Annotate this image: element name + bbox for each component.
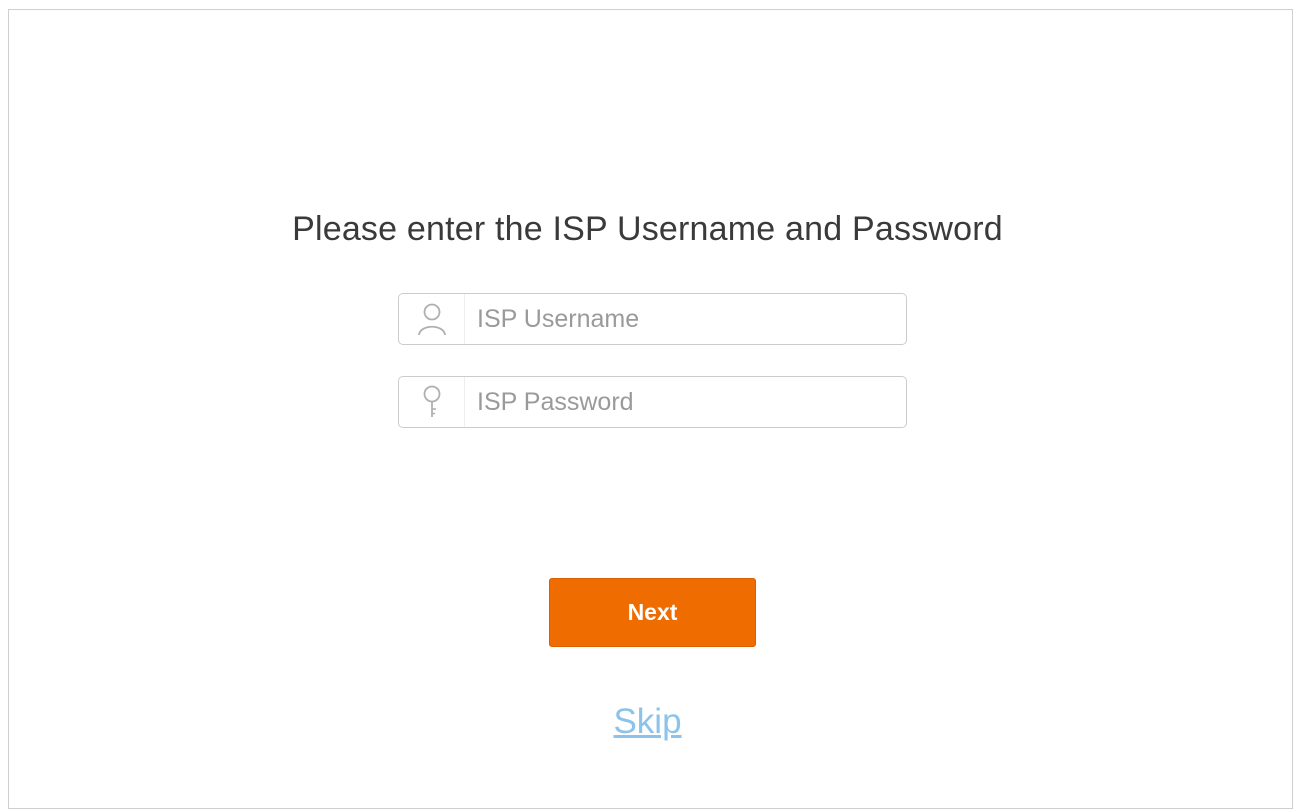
page-title: Please enter the ISP Username and Passwo… — [292, 210, 1003, 248]
username-input[interactable] — [465, 294, 906, 344]
user-icon — [399, 294, 465, 344]
skip-link-container: Skip — [0, 702, 1295, 742]
skip-link[interactable]: Skip — [613, 702, 681, 741]
password-input[interactable] — [465, 377, 906, 427]
password-field[interactable] — [398, 376, 907, 428]
username-field[interactable] — [398, 293, 907, 345]
next-button[interactable]: Next — [549, 578, 756, 647]
key-icon — [399, 377, 465, 427]
